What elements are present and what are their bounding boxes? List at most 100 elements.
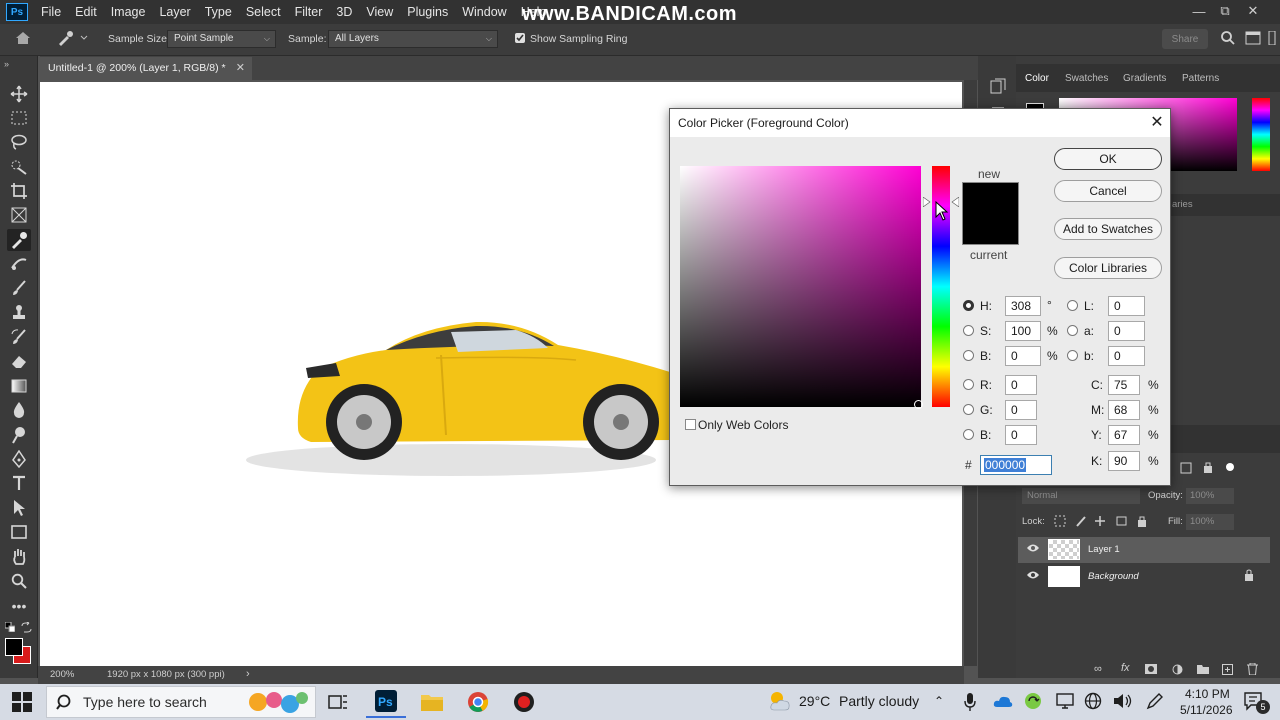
- menu-3d[interactable]: 3D: [329, 0, 359, 24]
- blue-input[interactable]: 0: [1005, 425, 1037, 445]
- layer-row-background[interactable]: Background: [1018, 563, 1270, 589]
- eyedropper-tool-icon[interactable]: [7, 229, 31, 251]
- chrome-icon[interactable]: [458, 686, 498, 718]
- color-panel-hue-bar[interactable]: [1252, 98, 1270, 171]
- pen-tool-icon[interactable]: [7, 448, 31, 470]
- opacity-field[interactable]: 100%: [1186, 488, 1234, 504]
- marquee-tool-icon[interactable]: [7, 107, 31, 129]
- lasso-tool-icon[interactable]: [7, 131, 31, 153]
- lightness-radio[interactable]: [1067, 300, 1078, 311]
- pen-workspace-icon[interactable]: [1146, 692, 1164, 710]
- clone-stamp-tool-icon[interactable]: [7, 302, 31, 324]
- zoom-level[interactable]: 200%: [50, 669, 74, 680]
- saturation-input[interactable]: 100: [1005, 321, 1041, 341]
- collapse-toolbar-icon[interactable]: »: [4, 59, 9, 69]
- close-icon[interactable]: ✕: [236, 61, 245, 74]
- weather-temperature[interactable]: 29°C: [799, 693, 830, 709]
- minimize-window-button[interactable]: —: [1186, 0, 1212, 22]
- rectangle-tool-icon[interactable]: [7, 521, 31, 543]
- add-to-swatches-button[interactable]: Add to Swatches: [1054, 218, 1162, 240]
- document-tab[interactable]: Untitled-1 @ 200% (Layer 1, RGB/8) * ✕: [40, 57, 252, 80]
- fill-field[interactable]: 100%: [1186, 514, 1234, 530]
- cyan-input[interactable]: 75: [1108, 375, 1140, 395]
- foreground-color-swatch[interactable]: [5, 638, 23, 656]
- tab-gradients[interactable]: Gradients: [1123, 73, 1166, 84]
- frame-tool-icon[interactable]: [7, 204, 31, 226]
- menu-select[interactable]: Select: [239, 0, 288, 24]
- history-panel-icon[interactable]: [990, 78, 1006, 94]
- menu-edit[interactable]: Edit: [68, 0, 104, 24]
- new-group-icon[interactable]: [1197, 664, 1209, 674]
- brightness-radio[interactable]: [963, 350, 974, 361]
- eyedropper-preset-icon[interactable]: [56, 30, 88, 46]
- quick-selection-tool-icon[interactable]: [7, 156, 31, 178]
- history-brush-tool-icon[interactable]: [7, 326, 31, 348]
- microphone-icon[interactable]: [964, 693, 976, 711]
- hue-slider-right-arrow-icon[interactable]: [951, 197, 959, 207]
- volume-icon[interactable]: [1113, 693, 1133, 709]
- menu-filter[interactable]: Filter: [288, 0, 330, 24]
- hex-input[interactable]: 000000: [980, 455, 1052, 475]
- color-libraries-button[interactable]: Color Libraries: [1054, 257, 1162, 279]
- hue-input[interactable]: 308: [1005, 296, 1041, 316]
- eraser-tool-icon[interactable]: [7, 350, 31, 372]
- filter-layers-icons[interactable]: [1180, 461, 1236, 475]
- crop-tool-icon[interactable]: [7, 180, 31, 202]
- menu-image[interactable]: Image: [104, 0, 153, 24]
- menu-file[interactable]: File: [34, 0, 68, 24]
- tab-color[interactable]: Color: [1025, 73, 1049, 84]
- lock-options-icons[interactable]: [1053, 514, 1149, 528]
- show-sampling-ring-checkbox[interactable]: [515, 33, 525, 43]
- network-globe-icon[interactable]: [1084, 692, 1102, 710]
- only-web-colors-checkbox[interactable]: [685, 419, 696, 430]
- menu-plugins[interactable]: Plugins: [400, 0, 455, 24]
- blur-tool-icon[interactable]: [7, 399, 31, 421]
- home-icon[interactable]: [14, 30, 32, 46]
- brightness-input[interactable]: 0: [1005, 346, 1041, 366]
- taskbar-photoshop-icon[interactable]: Ps: [366, 686, 406, 718]
- windows-start-icon[interactable]: [12, 692, 32, 712]
- chevron-right-icon[interactable]: ›: [246, 668, 250, 680]
- eye-icon[interactable]: [1026, 543, 1040, 553]
- panel-toggle-icon[interactable]: [1268, 31, 1276, 45]
- photoshop-logo-icon[interactable]: Ps: [6, 3, 28, 21]
- more-tools-icon[interactable]: •••: [7, 595, 31, 617]
- red-input[interactable]: 0: [1005, 375, 1037, 395]
- share-button[interactable]: Share: [1162, 29, 1208, 49]
- yellow-input[interactable]: 67: [1108, 425, 1140, 445]
- taskbar-time[interactable]: 4:10 PM: [1185, 687, 1230, 701]
- blend-mode-select[interactable]: Normal: [1022, 488, 1140, 504]
- layer-name[interactable]: Background: [1088, 571, 1139, 582]
- red-radio[interactable]: [963, 379, 974, 390]
- a-channel-radio[interactable]: [1067, 325, 1078, 336]
- dodge-tool-icon[interactable]: [7, 424, 31, 446]
- chevron-up-icon[interactable]: ⌃: [934, 694, 944, 708]
- tab-patterns[interactable]: Patterns: [1182, 73, 1219, 84]
- weather-description[interactable]: Partly cloudy: [839, 693, 919, 709]
- sample-select[interactable]: All Layers ⌵: [328, 30, 498, 48]
- healing-brush-tool-icon[interactable]: [7, 253, 31, 275]
- color-field[interactable]: [680, 166, 921, 407]
- file-explorer-icon[interactable]: [412, 686, 452, 718]
- default-colors-icon[interactable]: [5, 622, 15, 632]
- taskbar-date[interactable]: 5/11/2026: [1180, 703, 1233, 717]
- task-view-icon[interactable]: [318, 686, 358, 718]
- move-tool-icon[interactable]: [7, 83, 31, 105]
- link-layers-icon[interactable]: ∞: [1094, 663, 1102, 675]
- eye-icon[interactable]: [1026, 570, 1040, 580]
- saturation-radio[interactable]: [963, 325, 974, 336]
- layer-style-icon[interactable]: fx: [1121, 662, 1130, 674]
- menu-view[interactable]: View: [359, 0, 400, 24]
- restore-window-button[interactable]: ⧉: [1212, 0, 1238, 22]
- delete-layer-icon[interactable]: [1247, 663, 1258, 675]
- type-tool-icon[interactable]: [7, 472, 31, 494]
- gradient-tool-icon[interactable]: [7, 375, 31, 397]
- blue-radio[interactable]: [963, 429, 974, 440]
- ok-button[interactable]: OK: [1054, 148, 1162, 170]
- a-channel-input[interactable]: 0: [1108, 321, 1145, 341]
- menu-window[interactable]: Window: [455, 0, 513, 24]
- bandicam-record-icon[interactable]: [504, 686, 544, 718]
- close-icon[interactable]: ✕: [1148, 112, 1166, 132]
- adjustment-layer-icon[interactable]: [1172, 664, 1183, 675]
- color-field-marker[interactable]: [914, 400, 923, 409]
